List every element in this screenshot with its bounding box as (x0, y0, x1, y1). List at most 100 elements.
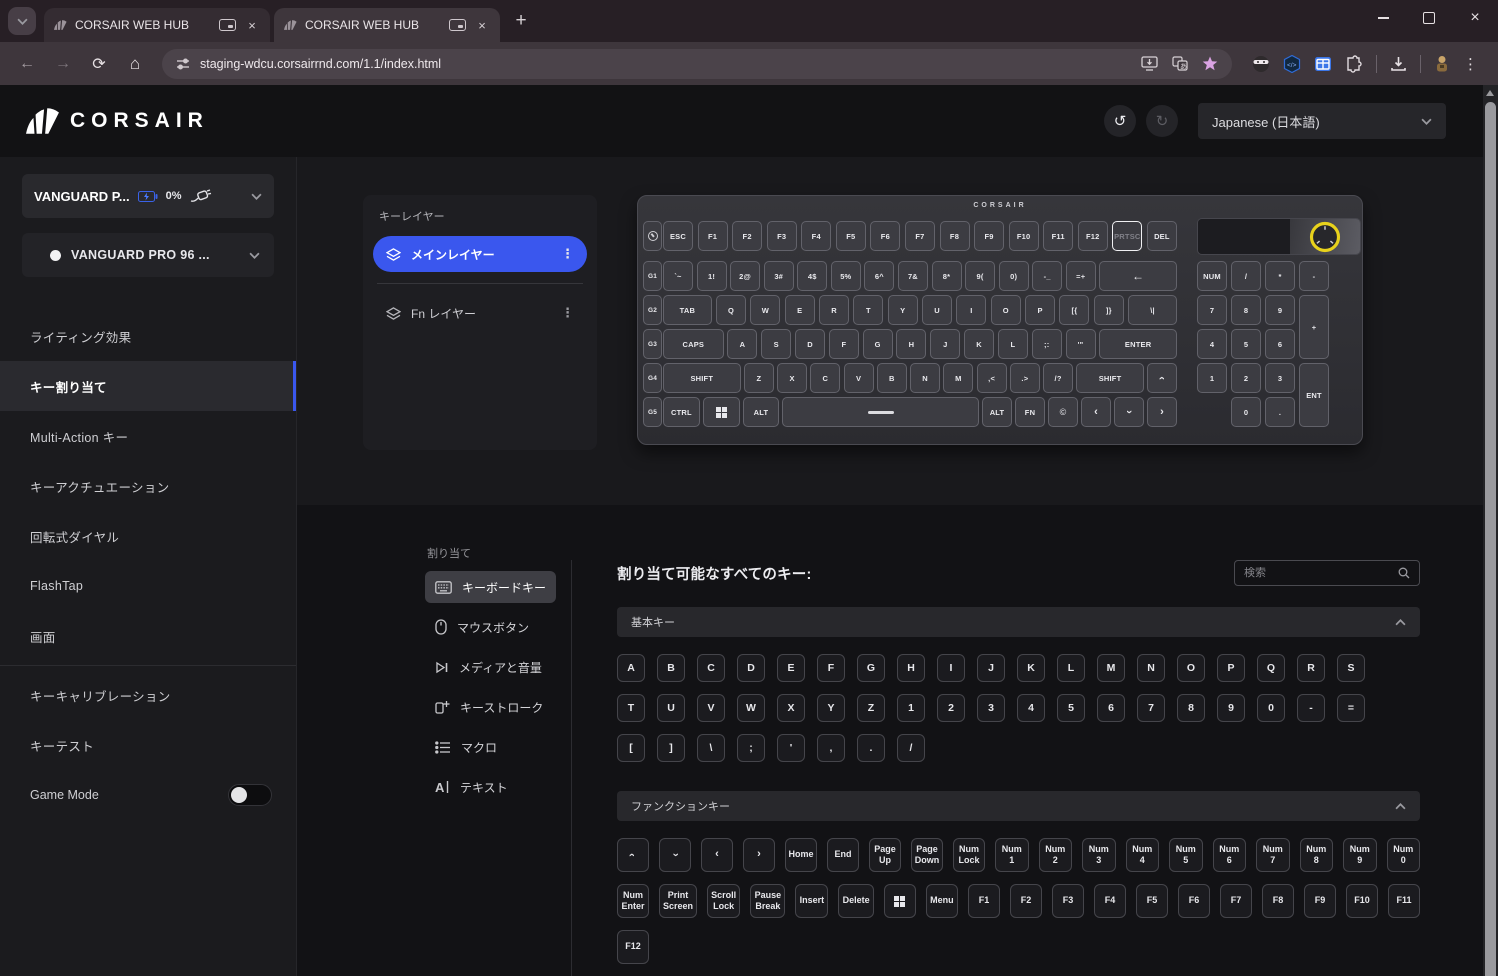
keyboard-key[interactable]: R (819, 295, 849, 325)
keyboard-key[interactable]: F9 (974, 221, 1004, 251)
keyboard-key[interactable]: PRTSC (1112, 221, 1142, 251)
undo-button[interactable]: ↺ (1104, 105, 1136, 137)
keyboard-key[interactable]: .> (1010, 363, 1040, 393)
key-chip[interactable]: S (1337, 654, 1365, 682)
ninja-extension-icon[interactable] (1252, 55, 1270, 73)
key-chip[interactable]: › (617, 838, 649, 872)
keyboard-numpad-key[interactable]: * (1265, 261, 1295, 291)
device-selector[interactable]: VANGUARD PRO 96 ... (22, 233, 274, 277)
volume-dial-selected[interactable] (1307, 219, 1343, 255)
browser-tab-2[interactable]: CORSAIR WEB HUB × (274, 8, 500, 42)
bookmark-star-icon[interactable] (1202, 56, 1218, 71)
keyboard-key[interactable]: F4 (801, 221, 831, 251)
keyboard-key[interactable]: [{ (1059, 295, 1089, 325)
key-chip[interactable]: Num 9 (1343, 838, 1377, 872)
keyboard-key[interactable]: -_ (1032, 261, 1062, 291)
tab-close-button[interactable]: × (244, 18, 260, 33)
keyboard-numpad-key[interactable]: 8 (1231, 295, 1261, 325)
browser-menu-icon[interactable]: ⋮ (1463, 55, 1478, 73)
close-button[interactable]: × (1452, 0, 1498, 36)
keyboard-key[interactable]: F3 (767, 221, 797, 251)
key-chip[interactable]: U (657, 694, 685, 722)
key-chip[interactable]: F6 (1178, 884, 1210, 918)
key-chip[interactable]: F8 (1262, 884, 1294, 918)
keyboard-key[interactable]: D (795, 329, 825, 359)
keyboard-key[interactable]: CAPS (663, 329, 724, 359)
key-chip[interactable]: 2 (937, 694, 965, 722)
sidebar-nav-item[interactable]: キーキャリブレーション (0, 670, 296, 720)
keyboard-key[interactable]: G (863, 329, 893, 359)
keyboard-numpad-key[interactable]: NUM (1197, 261, 1227, 291)
keyboard-key[interactable]: 4$ (797, 261, 827, 291)
keyboard-numpad-key[interactable]: - (1299, 261, 1329, 291)
key-chip[interactable]: Num 5 (1169, 838, 1203, 872)
keyboard-numpad-key[interactable]: 6 (1265, 329, 1295, 359)
key-chip[interactable]: F4 (1094, 884, 1126, 918)
device-card[interactable]: VANGUARD P... 0% (22, 174, 274, 218)
key-chip[interactable]: C (697, 654, 725, 682)
keyboard-numpad-key[interactable]: ENT (1299, 363, 1329, 427)
key-chip[interactable]: K (1017, 654, 1045, 682)
key-chip[interactable]: F9 (1304, 884, 1336, 918)
keyboard-key[interactable]: S (761, 329, 791, 359)
keyboard-key[interactable]: 6^ (864, 261, 894, 291)
browser-tab-1[interactable]: CORSAIR WEB HUB × (44, 8, 270, 42)
keyboard-key[interactable]: L (998, 329, 1028, 359)
keyboard-g-key[interactable]: G5 (643, 397, 662, 427)
keyboard-g-key[interactable] (643, 221, 662, 251)
downloads-icon[interactable] (1390, 56, 1407, 72)
tab-close-button[interactable]: × (474, 18, 490, 33)
keyboard-numpad-key[interactable]: 5 (1231, 329, 1261, 359)
page-scrollbar[interactable] (1483, 85, 1498, 976)
keyboard-key[interactable]: › (1147, 397, 1177, 427)
key-chip[interactable]: F2 (1010, 884, 1042, 918)
key-chip[interactable]: / (897, 734, 925, 762)
key-chip[interactable]: Num Lock (953, 838, 985, 872)
key-chip[interactable]: F10 (1346, 884, 1378, 918)
keyboard-numpad-key[interactable]: 7 (1197, 295, 1227, 325)
key-chip[interactable]: 5 (1057, 694, 1085, 722)
key-chip[interactable]: 1 (897, 694, 925, 722)
key-chip[interactable]: O (1177, 654, 1205, 682)
keyboard-key[interactable]: M (943, 363, 973, 393)
keyboard-key[interactable]: I (956, 295, 986, 325)
keyboard-key[interactable]: F12 (1078, 221, 1108, 251)
key-chip[interactable]: Num 0 (1387, 838, 1421, 872)
keyboard-key[interactable]: F11 (1043, 221, 1073, 251)
key-chip[interactable]: J (977, 654, 1005, 682)
tab-preview-icon[interactable] (219, 19, 236, 31)
extensions-puzzle-icon[interactable] (1345, 55, 1363, 73)
key-chip[interactable]: M (1097, 654, 1125, 682)
keyboard-numpad-key[interactable]: 2 (1231, 363, 1261, 393)
key-chip[interactable]: F7 (1220, 884, 1252, 918)
keyboard-key[interactable]: ENTER (1099, 329, 1177, 359)
layer-fn[interactable]: Fn レイヤー ⋮ (373, 295, 587, 331)
sidebar-nav-item[interactable]: 画面 (0, 611, 296, 661)
key-chip[interactable]: F (817, 654, 845, 682)
key-chip[interactable]: 4 (1017, 694, 1045, 722)
keyboard-numpad-key[interactable]: 4 (1197, 329, 1227, 359)
assign-type-macro[interactable]: マクロ (425, 731, 543, 763)
window-extension-icon[interactable] (1314, 55, 1332, 73)
sidebar-nav-item[interactable]: FlashTap (0, 561, 296, 611)
keyboard-numpad-key[interactable]: 3 (1265, 363, 1295, 393)
keyboard-key[interactable]: ESC (663, 221, 693, 251)
key-chip[interactable]: \ (697, 734, 725, 762)
key-chip[interactable]: F5 (1136, 884, 1168, 918)
back-button[interactable]: ← (12, 55, 42, 73)
key-chip[interactable]: W (737, 694, 765, 722)
home-button[interactable]: ⌂ (120, 54, 150, 74)
key-chip[interactable]: F11 (1388, 884, 1420, 918)
keyboard-numpad-key[interactable]: 0 (1231, 397, 1261, 427)
key-chip[interactable]: Num 1 (995, 838, 1029, 872)
key-chip[interactable]: Num 7 (1256, 838, 1290, 872)
keyboard-key[interactable]: Z (744, 363, 774, 393)
keyboard-g-key[interactable]: G4 (643, 363, 662, 393)
keyboard-key[interactable]: © (1048, 397, 1078, 427)
key-chip[interactable]: V (697, 694, 725, 722)
key-chip[interactable]: Num 3 (1082, 838, 1116, 872)
keyboard-key[interactable]: A (727, 329, 757, 359)
key-chip[interactable]: › (659, 838, 691, 872)
keyboard-key[interactable]: F8 (940, 221, 970, 251)
reload-button[interactable]: ⟳ (84, 54, 114, 74)
